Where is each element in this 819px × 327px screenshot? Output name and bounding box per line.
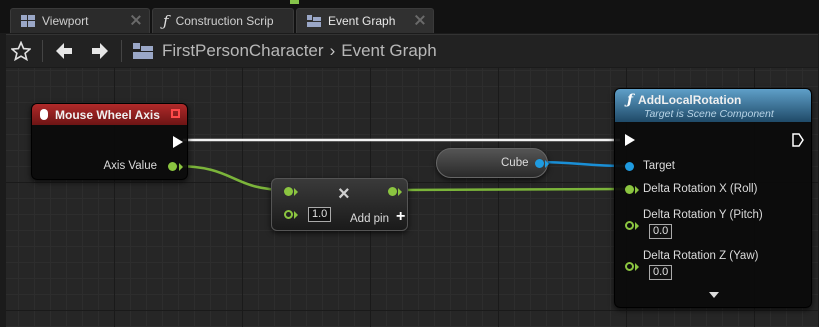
multiply-output-pin[interactable]	[388, 187, 397, 196]
tab-construction-script[interactable]: ƒ Construction Scrip	[152, 8, 294, 33]
cube-label: Cube	[501, 157, 529, 169]
breadcrumb: FirstPersonCharacter › Event Graph	[162, 41, 437, 61]
delta-rotation-y-field[interactable]: 0.0	[649, 224, 673, 239]
event-graph-icon	[128, 35, 158, 68]
close-icon[interactable]	[131, 15, 141, 25]
exec-out-pin[interactable]	[791, 133, 805, 147]
breadcrumb-bar: FirstPersonCharacter › Event Graph	[6, 34, 818, 67]
event-graph-canvas[interactable]: Mouse Wheel Axis Axis Value × 1.0 Add pi…	[6, 68, 818, 327]
active-tab-accent	[290, 0, 299, 4]
tab-event-graph-label: Event Graph	[328, 14, 396, 28]
pin-arrow-icon	[294, 188, 298, 196]
tab-construction-script-label: Construction Scrip	[175, 14, 274, 28]
pin-arrow-icon	[294, 211, 298, 219]
exec-out-pin[interactable]	[173, 136, 183, 148]
add-pin-button-label[interactable]: Add pin	[350, 213, 389, 225]
forward-button[interactable]	[85, 35, 115, 68]
delta-rotation-z-pin[interactable]	[625, 262, 634, 271]
pin-arrow-icon	[179, 163, 183, 171]
multiply-input-b-pin[interactable]	[284, 210, 293, 219]
delta-rotation-x-pin[interactable]	[625, 185, 634, 194]
breadcrumb-separator: ›	[329, 41, 336, 60]
tab-viewport[interactable]: Viewport	[10, 8, 150, 33]
axis-value-label: Axis Value	[103, 160, 157, 172]
delta-rotation-y-label: Delta Rotation Y (Pitch)	[643, 209, 763, 221]
arrow-right-icon	[92, 43, 108, 59]
event-graph-icon	[307, 15, 321, 27]
favorite-star-button[interactable]	[6, 35, 36, 68]
star-icon	[11, 41, 31, 61]
node-title: AddLocalRotation	[638, 92, 742, 107]
axis-value-pin[interactable]	[168, 162, 177, 171]
event-delegate-pin[interactable]	[171, 109, 180, 118]
pin-arrow-icon	[398, 188, 402, 196]
multiply-node[interactable]: × 1.0 Add pin +	[271, 178, 408, 231]
delta-rotation-z-field[interactable]: 0.0	[649, 265, 673, 280]
mouse-wheel-axis-node[interactable]: Mouse Wheel Axis Axis Value	[31, 103, 188, 180]
delta-rotation-y-pin[interactable]	[625, 221, 634, 230]
node-header: Mouse Wheel Axis	[32, 104, 187, 125]
cube-variable-node[interactable]: Cube	[436, 148, 549, 178]
mouse-icon	[40, 109, 48, 120]
target-label: Target	[643, 160, 675, 172]
exec-in-pin[interactable]	[625, 134, 635, 146]
viewport-grid-icon	[21, 15, 35, 27]
function-icon: ƒ	[627, 91, 634, 108]
back-button[interactable]	[49, 35, 79, 68]
divider	[121, 40, 122, 62]
cube-output-pin[interactable]	[535, 159, 544, 168]
plus-icon[interactable]: +	[396, 208, 405, 226]
arrow-left-icon	[56, 43, 72, 59]
node-subtitle: Target is Scene Component	[644, 107, 774, 120]
close-icon[interactable]	[415, 15, 425, 25]
node-title: Mouse Wheel Axis	[55, 107, 160, 122]
pin-arrow-icon	[635, 263, 639, 271]
pin-arrow-icon	[635, 186, 639, 194]
pin-arrow-icon	[545, 160, 549, 168]
function-icon: ƒ	[163, 12, 169, 30]
tab-event-graph[interactable]: Event Graph	[296, 8, 434, 33]
target-pin[interactable]	[625, 162, 634, 171]
expand-arrow-icon[interactable]	[709, 292, 719, 298]
pin-arrow-icon	[635, 222, 639, 230]
tab-viewport-label: Viewport	[42, 14, 89, 28]
add-local-rotation-node[interactable]: ƒ AddLocalRotation Target is Scene Compo…	[614, 88, 812, 308]
breadcrumb-graph[interactable]: Event Graph	[341, 41, 436, 61]
multiply-value-field[interactable]: 1.0	[308, 207, 332, 222]
delta-rotation-x-label: Delta Rotation X (Roll)	[643, 183, 758, 195]
breadcrumb-blueprint[interactable]: FirstPersonCharacter	[162, 41, 324, 61]
divider	[42, 40, 43, 62]
multiply-symbol: ×	[338, 183, 350, 205]
float-wire	[396, 187, 627, 192]
tab-bar: Viewport ƒ Construction Scrip Event Grap…	[0, 0, 819, 33]
delta-rotation-z-label: Delta Rotation Z (Yaw)	[643, 250, 759, 262]
node-header: ƒ AddLocalRotation Target is Scene Compo…	[615, 89, 811, 122]
multiply-input-a-pin[interactable]	[284, 187, 293, 196]
